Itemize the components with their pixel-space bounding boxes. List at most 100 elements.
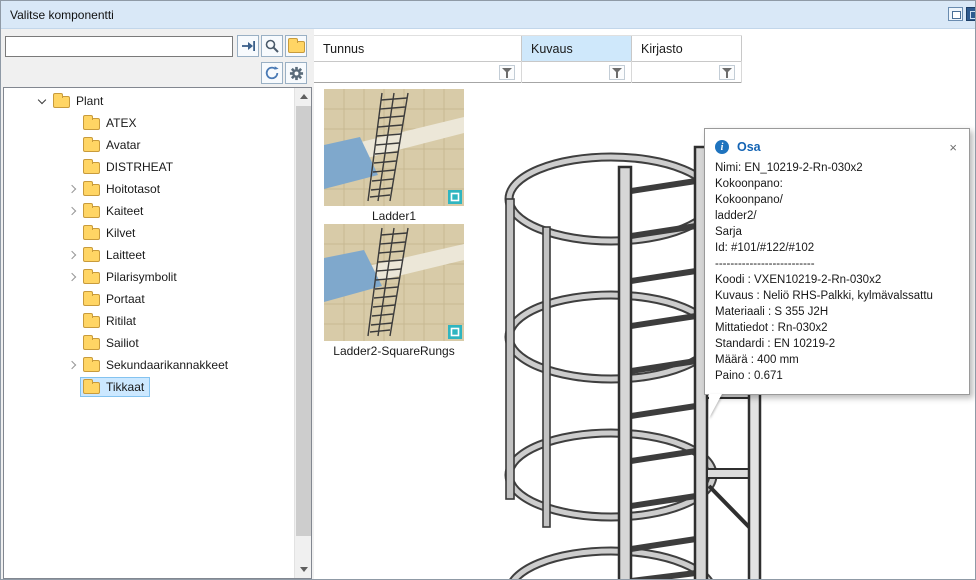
magnifier-icon — [264, 38, 280, 54]
tree-item-label: Plant — [76, 94, 103, 108]
tree-item-label: Portaat — [106, 292, 145, 306]
tree-item-distrheat[interactable]: DISTRHEAT — [4, 156, 294, 178]
tree-rows: Plant ATEX Avatar DISTRHEAT Hoitotasot Kaite… — [4, 90, 294, 398]
filter-button-kirjasto[interactable] — [719, 65, 735, 80]
search-go-button[interactable] — [237, 35, 259, 57]
tree-item-label: Hoitotasot — [106, 182, 160, 196]
tooltip-line: Mittatiedot : Rn-030x2 — [715, 320, 959, 336]
refresh-icon — [264, 65, 280, 81]
expand-chevron-icon[interactable] — [68, 207, 76, 215]
tree-item-atex[interactable]: ATEX — [4, 112, 294, 134]
right-panel: Tunnus Kuvaus Kirjasto — [314, 29, 976, 580]
folder-icon — [83, 140, 100, 152]
settings-button[interactable] — [285, 62, 307, 84]
thumbnail-label: Ladder2-SquareRungs — [324, 341, 464, 358]
tree-item-label: Kaiteet — [106, 204, 143, 218]
search-button[interactable] — [261, 35, 283, 57]
tree-item-ritilat[interactable]: Ritilat — [4, 310, 294, 332]
tooltip-line: Sarja — [715, 224, 959, 240]
folder-icon — [83, 360, 100, 372]
tooltip-line: ladder2/ — [715, 208, 959, 224]
tree-item-label: Pilarisymbolit — [106, 270, 177, 284]
expand-chevron-icon[interactable] — [68, 185, 76, 193]
folder-icon — [83, 294, 100, 306]
tree-item-label: Avatar — [106, 138, 140, 152]
refresh-button[interactable] — [261, 62, 283, 84]
scrollbar-thumb[interactable] — [296, 106, 311, 536]
tree-item-label: Sailiot — [106, 336, 139, 350]
float-window-button[interactable] — [948, 7, 963, 21]
tree-item-label: Kilvet — [106, 226, 135, 240]
tooltip-line: Koodi : VXEN10219-2-Rn-030x2 — [715, 272, 959, 288]
folder-icon — [83, 272, 100, 284]
tooltip-line: Standardi : EN 10219-2 — [715, 336, 959, 352]
close-icon[interactable]: × — [947, 141, 959, 154]
folder-icon — [83, 162, 100, 174]
tooltip-header: i Osa × — [715, 137, 959, 157]
tooltip-line: Kokoonpano: — [715, 176, 959, 192]
folder-icon — [83, 382, 100, 394]
arrow-up-icon — [300, 90, 308, 99]
component-thumbnail-ladder1[interactable]: Ladder1 — [324, 89, 464, 223]
ladder1-preview-image — [324, 89, 464, 206]
tooltip-line: Paino : 0.671 — [715, 368, 959, 384]
scroll-up-button[interactable] — [295, 88, 312, 105]
scroll-down-button[interactable] — [295, 561, 312, 578]
tooltip-line: Materiaali : S 355 J2H — [715, 304, 959, 320]
funnel-icon — [502, 67, 513, 78]
tree-item-sekundaarikannakkeet[interactable]: Sekundaarikannakkeet — [4, 354, 294, 376]
tooltip-line: Nimi: EN_10219-2-Rn-030x2 — [715, 160, 959, 176]
expand-chevron-icon[interactable] — [68, 273, 76, 281]
folder-icon — [83, 338, 100, 350]
tree-item-portaat[interactable]: Portaat — [4, 288, 294, 310]
browse-folder-button[interactable] — [285, 35, 307, 57]
tree-item-label: ATEX — [106, 116, 136, 130]
component-picker-window: Valitse komponentti — [0, 0, 976, 580]
tree-item-hoitotasot[interactable]: Hoitotasot — [4, 178, 294, 200]
window-controls — [948, 7, 975, 21]
folder-icon — [83, 184, 100, 196]
tree-item-laitteet[interactable]: Laitteet — [4, 244, 294, 266]
tree-item-label: Sekundaarikannakkeet — [106, 358, 228, 372]
tree-item-kaiteet[interactable]: Kaiteet — [4, 200, 294, 222]
column-header-kuvaus[interactable]: Kuvaus — [522, 36, 632, 62]
ladder2-preview-image — [324, 224, 464, 341]
expand-chevron-icon[interactable] — [68, 361, 76, 369]
window-title: Valitse komponentti — [1, 8, 114, 22]
part-info-tooltip: i Osa × Nimi: EN_10219-2-Rn-030x2Kokoonp… — [704, 128, 970, 395]
tooltip-title: Osa — [737, 140, 761, 154]
tree-item-label: DISTRHEAT — [106, 160, 173, 174]
tree-item-avatar[interactable]: Avatar — [4, 134, 294, 156]
folder-icon — [83, 228, 100, 240]
filter-button-kuvaus[interactable] — [609, 65, 625, 80]
folder-icon — [83, 206, 100, 218]
info-icon: i — [715, 140, 729, 154]
folder-icon — [83, 316, 100, 328]
tooltip-line: Kokoonpano/ — [715, 192, 959, 208]
titlebar[interactable]: Valitse komponentti — [1, 1, 975, 29]
gear-icon — [289, 66, 304, 81]
arrow-down-icon — [300, 567, 308, 576]
column-header-tunnus[interactable]: Tunnus — [314, 36, 522, 62]
tree-item-tikkaat[interactable]: Tikkaat — [4, 376, 294, 398]
tooltip-body: Nimi: EN_10219-2-Rn-030x2Kokoonpano:Koko… — [715, 160, 959, 384]
tree-item-sailiot[interactable]: Sailiot — [4, 332, 294, 354]
tree-scrollbar[interactable] — [294, 88, 311, 578]
expand-chevron-icon[interactable] — [68, 251, 76, 259]
tree-item-plant[interactable]: Plant — [4, 90, 294, 112]
folder-icon — [53, 96, 70, 108]
tree-item-label: Laitteet — [106, 248, 145, 262]
column-header-kirjasto[interactable]: Kirjasto — [632, 36, 742, 62]
search-input[interactable] — [5, 36, 233, 57]
collapse-chevron-icon[interactable] — [38, 95, 46, 103]
folder-icon — [83, 250, 100, 262]
tree-item-pilarisymbolit[interactable]: Pilarisymbolit — [4, 266, 294, 288]
column-headers: Tunnus Kuvaus Kirjasto — [314, 35, 742, 61]
tree-item-kilvet[interactable]: Kilvet — [4, 222, 294, 244]
tooltip-pointer — [709, 394, 722, 418]
component-thumbnail-ladder2[interactable]: Ladder2-SquareRungs — [324, 224, 464, 358]
component-tree: Plant ATEX Avatar DISTRHEAT Hoitotasot Kaite… — [3, 87, 312, 579]
dock-window-button[interactable] — [966, 7, 976, 21]
tree-item-label: Tikkaat — [106, 380, 144, 394]
filter-button-tunnus[interactable] — [499, 65, 515, 80]
